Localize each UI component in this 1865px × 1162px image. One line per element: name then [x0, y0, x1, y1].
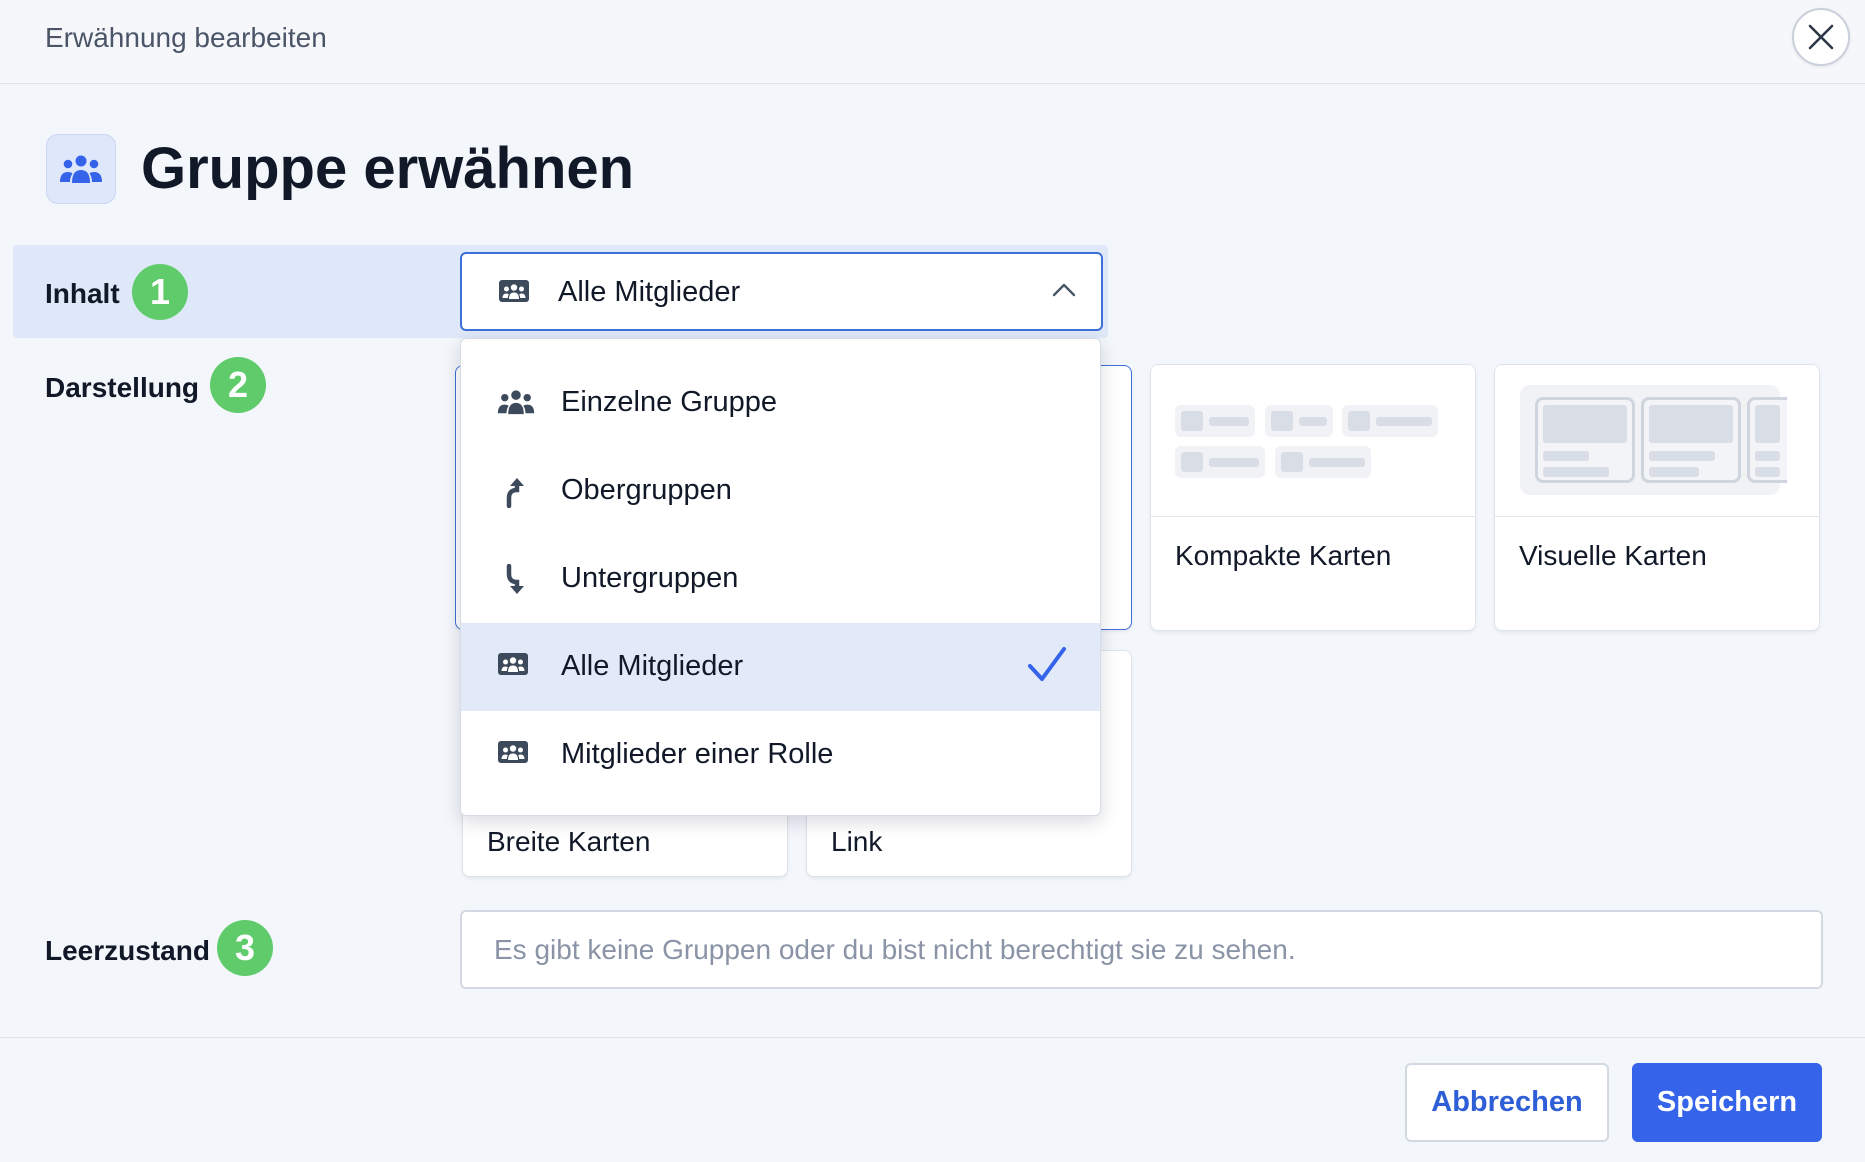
- option-label: Mitglieder einer Rolle: [561, 738, 834, 770]
- content-select[interactable]: Alle Mitglieder: [460, 252, 1103, 331]
- cancel-button[interactable]: Abbrechen: [1405, 1063, 1609, 1142]
- dialog-header: Erwähnung bearbeiten: [0, 0, 1865, 84]
- step-badge-2: 2: [210, 357, 266, 413]
- empty-state-input[interactable]: [460, 910, 1823, 989]
- content-select-value: Alle Mitglieder: [558, 276, 741, 308]
- option-label: Obergruppen: [561, 474, 732, 506]
- arrow-down-icon: [506, 564, 524, 594]
- content-dropdown-menu: Einzelne Gruppe Obergruppen Untergruppen…: [460, 338, 1101, 816]
- content-label: Inhalt: [45, 278, 120, 309]
- checkmark-icon: [1028, 647, 1066, 681]
- group-icon: [497, 390, 535, 415]
- option-label: Untergruppen: [561, 562, 739, 594]
- dropdown-option-single-group[interactable]: Einzelne Gruppe: [461, 359, 1100, 447]
- dialog-title: Erwähnung bearbeiten: [45, 22, 327, 53]
- dropdown-option-subgroups[interactable]: Untergruppen: [461, 535, 1100, 623]
- option-label: Alle Mitglieder: [561, 650, 744, 682]
- display-label: Darstellung: [45, 372, 200, 403]
- members-icon: [499, 280, 529, 302]
- arrow-up-icon: [506, 478, 524, 508]
- group-title-icon-box: [46, 134, 116, 204]
- close-button[interactable]: [1792, 8, 1850, 66]
- card-label: Link: [831, 826, 883, 857]
- page-title: Gruppe erwähnen: [141, 136, 635, 201]
- compact-card-preview: [1151, 365, 1475, 517]
- chevron-up-icon: [1052, 283, 1076, 297]
- dropdown-option-all-members[interactable]: Alle Mitglieder: [461, 623, 1100, 711]
- dropdown-option-parent-groups[interactable]: Obergruppen: [461, 447, 1100, 535]
- dropdown-option-role-members[interactable]: Mitglieder einer Rolle: [461, 711, 1100, 799]
- card-label: Visuelle Karten: [1519, 540, 1707, 571]
- close-icon: [1808, 24, 1834, 50]
- members-icon: [498, 653, 528, 675]
- footer-divider: [0, 1037, 1865, 1038]
- empty-state-label: Leerzustand: [45, 935, 210, 966]
- step-badge-1: 1: [132, 264, 188, 320]
- card-compact[interactable]: Kompakte Karten: [1150, 364, 1476, 631]
- card-visual[interactable]: Visuelle Karten: [1494, 364, 1820, 631]
- card-label: Breite Karten: [487, 826, 651, 857]
- option-label: Einzelne Gruppe: [561, 386, 778, 418]
- members-icon: [498, 741, 528, 763]
- card-label: Kompakte Karten: [1175, 540, 1392, 571]
- group-icon: [60, 155, 102, 183]
- visual-card-preview: [1495, 365, 1819, 517]
- save-button[interactable]: Speichern: [1632, 1063, 1822, 1142]
- step-badge-3: 3: [217, 920, 273, 976]
